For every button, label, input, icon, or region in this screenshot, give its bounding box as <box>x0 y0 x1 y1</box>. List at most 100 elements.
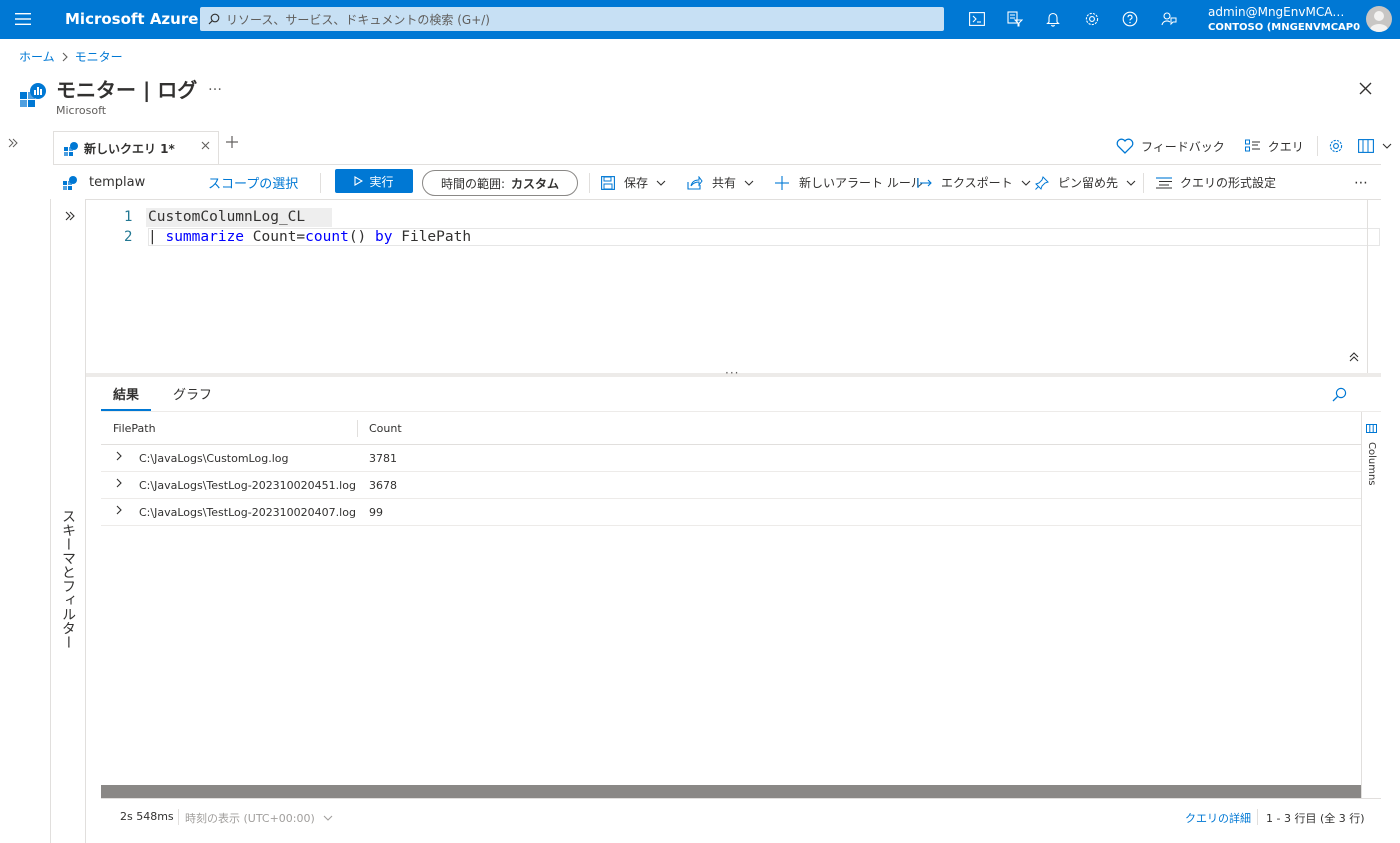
save-button[interactable]: 保存 <box>601 167 666 198</box>
more-commands-icon[interactable]: ⋯ <box>1354 167 1368 198</box>
expand-row-icon[interactable] <box>116 451 123 461</box>
code-text: Count= <box>252 229 306 245</box>
scope-name: templaw <box>89 175 146 190</box>
command-bar: templaw スコープの選択 実行 時間の範囲: カスタム 保存 共有 新しい… <box>53 167 1381 198</box>
pin-to-button[interactable]: ピン留め先 <box>1035 167 1136 198</box>
column-header-filepath[interactable]: FilePath <box>113 422 156 435</box>
code-line-2[interactable]: | summarize Count=count() by FilePath <box>148 229 471 245</box>
schema-filter-label[interactable]: スキーマとフィルター <box>58 509 78 649</box>
tab-chart[interactable]: グラフ <box>161 385 224 411</box>
time-range-picker[interactable]: 時間の範囲: カスタム <box>422 170 578 196</box>
editor-scrollbar[interactable] <box>1367 200 1368 374</box>
share-icon <box>687 175 703 190</box>
breadcrumb-monitor-link[interactable]: モニター <box>75 48 123 65</box>
export-button[interactable]: エクスポート <box>917 167 1031 198</box>
book-icon <box>1357 139 1374 153</box>
pin-icon <box>1035 175 1049 190</box>
query-duration: 2s 548ms <box>120 810 174 823</box>
page-title: モニター | ログ <box>56 78 198 102</box>
query-editor[interactable]: 1 CustomColumnLog_CL 2 | summarize Count… <box>86 199 1381 374</box>
global-search-input[interactable]: リソース、サービス、ドキュメントの検索 (G+/) <box>200 7 944 31</box>
timezone-label: 時刻の表示 (UTC+00:00) <box>185 812 315 825</box>
heart-icon <box>1116 138 1134 154</box>
save-icon <box>601 175 615 190</box>
cell-count: 3678 <box>369 479 397 492</box>
expand-row-icon[interactable] <box>116 478 123 488</box>
account-tenant: CONTOSO (MNGENVMCAP0… <box>1208 22 1360 33</box>
timezone-dropdown[interactable]: 時刻の表示 (UTC+00:00) <box>185 810 333 826</box>
queries-button[interactable]: クエリ <box>1244 138 1304 155</box>
tab-results[interactable]: 結果 <box>101 385 152 411</box>
breadcrumb-home-link[interactable]: ホーム <box>19 48 55 65</box>
format-query-button[interactable]: クエリの形式設定 <box>1156 167 1276 198</box>
chevron-down-icon <box>656 180 666 186</box>
tab-new-query-1[interactable]: 新しいクエリ 1* <box>53 131 219 166</box>
time-range-value: カスタム <box>511 176 560 191</box>
code-paren: () <box>348 229 367 245</box>
line-number: 1 <box>124 209 133 225</box>
account-user: admin@MngEnvMCA… <box>1208 5 1345 19</box>
chevron-down-icon <box>744 180 754 186</box>
add-tab-icon[interactable] <box>226 136 238 148</box>
feedback-icon[interactable] <box>1158 8 1180 30</box>
line-number: 2 <box>124 229 133 245</box>
column-header-count[interactable]: Count <box>369 422 402 435</box>
splitter-handle-icon[interactable]: ··· <box>725 366 739 380</box>
hamburger-menu-icon[interactable] <box>10 8 36 30</box>
collapse-editor-icon[interactable] <box>1349 352 1359 362</box>
table-row[interactable]: C:\JavaLogs\TestLog-202310020451.log 367… <box>101 472 1361 499</box>
new-alert-rule-button[interactable]: 新しいアラート ルール <box>775 167 923 198</box>
horizontal-scrollbar[interactable] <box>101 785 1361 798</box>
new-alert-label: 新しいアラート ルール <box>799 176 923 190</box>
settings-icon[interactable] <box>1081 8 1103 30</box>
columns-side-panel[interactable]: Columns <box>1361 412 1381 798</box>
table-row[interactable]: C:\JavaLogs\TestLog-202310020407.log 99 <box>101 499 1361 526</box>
expand-sidebar-icon[interactable] <box>8 138 18 148</box>
help-icon[interactable] <box>1119 8 1141 30</box>
status-bar: 2s 548ms 時刻の表示 (UTC+00:00) クエリの詳細 1 - 3 … <box>101 798 1381 833</box>
grid-header: FilePath Count <box>101 412 1361 445</box>
keyword-summarize: summarize <box>165 229 245 245</box>
pipe-operator: | <box>148 229 157 245</box>
avatar[interactable] <box>1366 6 1392 32</box>
account-info[interactable]: admin@MngEnvMCA… CONTOSO (MNGENVMCAP0… <box>1208 5 1360 35</box>
cell-count: 99 <box>369 506 383 519</box>
search-icon[interactable] <box>1331 387 1347 403</box>
table-row[interactable]: C:\JavaLogs\CustomLog.log 3781 <box>101 445 1361 472</box>
close-tab-icon[interactable] <box>201 141 210 150</box>
close-icon[interactable] <box>1355 78 1375 98</box>
directory-filter-icon[interactable] <box>1004 8 1026 30</box>
scope-display: templaw <box>63 167 145 198</box>
notifications-icon[interactable] <box>1042 8 1064 30</box>
code-line-1[interactable]: CustomColumnLog_CL <box>148 209 305 225</box>
layout-button[interactable] <box>1357 139 1392 153</box>
keyword-count: count <box>305 229 349 245</box>
expand-row-icon[interactable] <box>116 505 123 515</box>
code-column: FilePath <box>401 229 472 245</box>
cloud-shell-icon[interactable] <box>966 8 988 30</box>
column-resize-handle[interactable] <box>357 420 358 437</box>
chevron-down-icon <box>1126 180 1136 186</box>
chevron-down-icon <box>1382 143 1392 149</box>
page-subtitle: Microsoft <box>56 104 107 117</box>
expand-panel-icon[interactable] <box>65 211 75 221</box>
feedback-button[interactable]: フィードバック <box>1116 138 1225 155</box>
tabs-divider <box>53 164 1381 165</box>
select-scope-link[interactable]: スコープの選択 <box>208 167 298 198</box>
query-tab-icon <box>64 141 78 156</box>
columns-label: Columns <box>1366 442 1377 486</box>
more-options-icon[interactable]: … <box>208 78 222 94</box>
divider <box>1143 173 1144 193</box>
run-button[interactable]: 実行 <box>335 169 413 193</box>
divider <box>178 809 179 825</box>
breadcrumb: ホーム モニター <box>19 48 123 65</box>
top-bar: Microsoft Azure リソース、サービス、ドキュメントの検索 (G+/… <box>0 0 1400 39</box>
run-label: 実行 <box>369 174 394 189</box>
table-name: CustomColumnLog_CL <box>148 209 306 225</box>
keyword-by: by <box>375 229 393 245</box>
settings-icon[interactable] <box>1328 138 1344 154</box>
query-details-link[interactable]: クエリの詳細 <box>1185 810 1251 826</box>
share-button[interactable]: 共有 <box>687 167 754 198</box>
divider <box>589 173 590 193</box>
azure-brand-link[interactable]: Microsoft Azure <box>65 10 198 28</box>
